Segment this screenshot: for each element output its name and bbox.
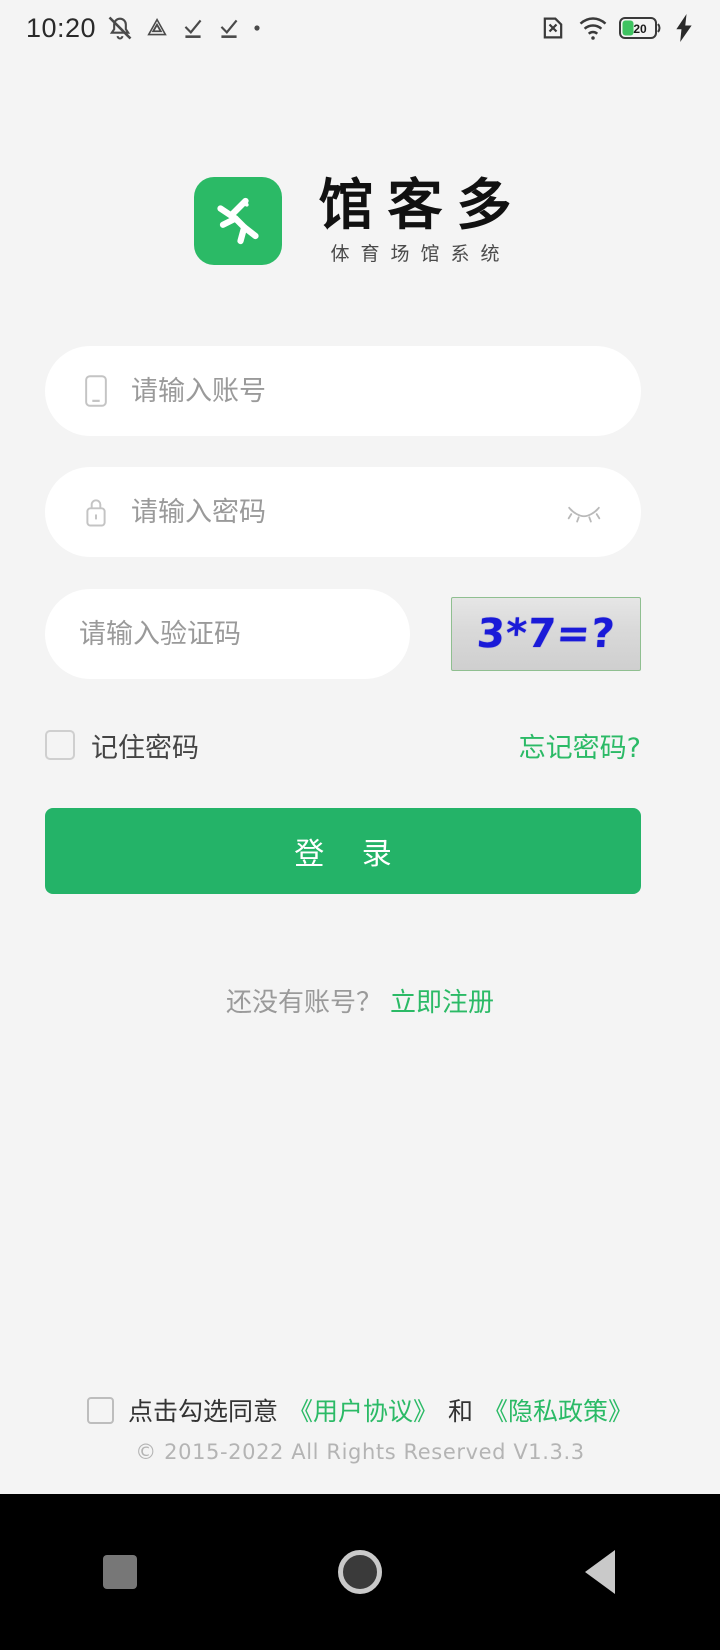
- drive-triangle-icon: [144, 15, 170, 41]
- home-circle-icon[interactable]: [300, 1532, 420, 1612]
- wifi-icon: [578, 14, 608, 42]
- register-hint: 还没有账号？: [225, 988, 382, 1018]
- agreement-prefix: 点击勾选同意: [127, 1397, 278, 1426]
- account-field[interactable]: [45, 346, 641, 436]
- recents-square-icon[interactable]: [60, 1532, 180, 1612]
- brand-subtitle: 体育场馆系统: [330, 243, 511, 266]
- brand-text: 馆客多 体育场馆系统: [304, 176, 525, 266]
- brand-logo: 馆客多 体育场馆系统: [0, 176, 720, 266]
- agreement-row: 点击勾选同意 《用户协议》 和 《隐私政策》: [0, 1392, 720, 1428]
- battery-icon: 20: [619, 15, 663, 41]
- remember-forgot-row: 记住密码 忘记密码?: [45, 722, 641, 768]
- android-navigation-bar: [0, 1494, 720, 1650]
- sim-error-icon: [539, 14, 567, 42]
- status-bar-left: 10:20: [26, 13, 262, 44]
- status-bar: 10:20 20: [0, 0, 720, 56]
- password-field[interactable]: [45, 467, 641, 557]
- lock-icon: [79, 496, 113, 528]
- account-input[interactable]: [131, 375, 607, 407]
- agreement-conjunction: 和: [448, 1397, 474, 1426]
- copyright-text: © 2015-2022 All Rights Reserved V1.3.3: [135, 1440, 585, 1464]
- captcha-field[interactable]: [45, 589, 421, 679]
- status-time: 10:20: [26, 12, 97, 43]
- brand-title: 馆客多: [318, 173, 526, 237]
- login-button[interactable]: 登 录: [45, 808, 641, 894]
- dot-icon: [252, 23, 262, 33]
- eye-closed-icon[interactable]: [561, 501, 607, 523]
- captcha-input[interactable]: [79, 618, 421, 650]
- captcha-image-text: 3*7=?: [475, 611, 617, 657]
- login-screen: 10:20 20 馆客多 体育场馆系统 请输入账号 请输入验证码 3*7=? 记…: [0, 0, 720, 1650]
- svg-text:20: 20: [633, 22, 647, 36]
- user-agreement-link[interactable]: 《用户协议》: [288, 1392, 438, 1428]
- remember-password-checkbox[interactable]: [45, 730, 75, 760]
- agreement-checkbox[interactable]: [86, 1396, 114, 1424]
- status-bar-right: 20: [539, 14, 694, 42]
- password-input[interactable]: [131, 496, 561, 528]
- forgot-password-link[interactable]: 忘记密码?: [519, 726, 641, 765]
- mobile-phone-icon: [79, 375, 113, 407]
- mute-icon: [106, 14, 134, 42]
- back-triangle-icon[interactable]: [540, 1532, 660, 1612]
- task-check-icon: [180, 15, 206, 41]
- register-link[interactable]: 立即注册: [390, 982, 494, 1019]
- running-person-icon: [194, 177, 283, 266]
- captcha-image[interactable]: 3*7=?: [451, 597, 641, 671]
- task-check-icon: [216, 15, 242, 41]
- remember-password-label: 记住密码: [91, 732, 199, 764]
- privacy-policy-link[interactable]: 《隐私政策》: [483, 1392, 633, 1428]
- remember-password-toggle[interactable]: 记住密码: [45, 726, 199, 765]
- register-row: 还没有账号？ 立即注册: [0, 982, 720, 1019]
- charging-bolt-icon: [674, 14, 694, 42]
